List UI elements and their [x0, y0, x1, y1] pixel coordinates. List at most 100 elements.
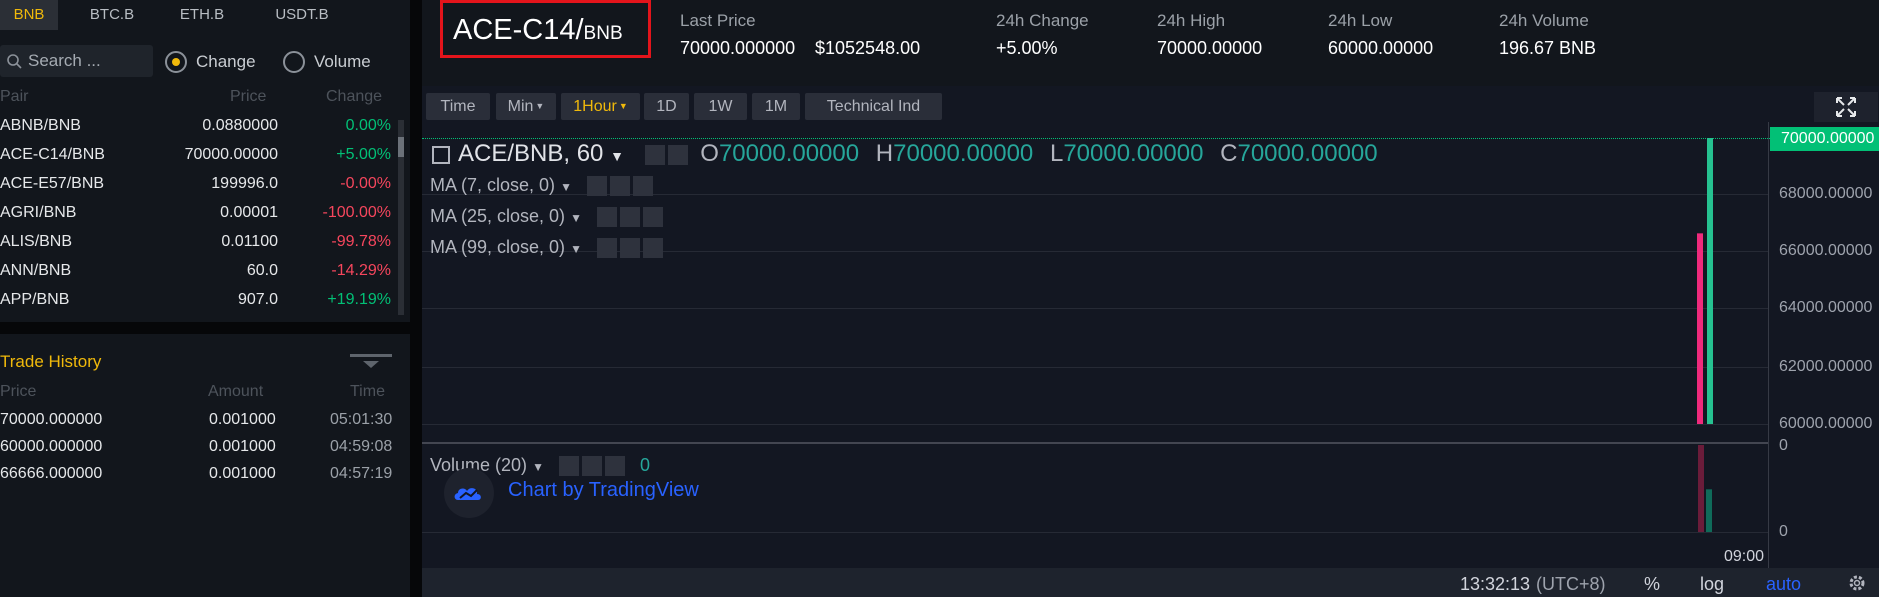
- col-header-price[interactable]: Price: [230, 88, 266, 106]
- candle-down: [1697, 233, 1703, 424]
- pair-row[interactable]: ANN/BNB 60.0 -14.29%: [0, 257, 398, 286]
- th-header-amount: Amount: [208, 383, 264, 400]
- low-label: 24h Low: [1328, 11, 1393, 30]
- technical-indicators-button[interactable]: Technical Ind: [805, 93, 942, 120]
- ohlc-close-label: C: [1220, 140, 1238, 167]
- symbol-box[interactable]: ACE-C14/BNB: [440, 0, 651, 58]
- caret-down-icon[interactable]: ▼: [570, 211, 582, 225]
- caret-down-icon[interactable]: ▼: [532, 460, 544, 474]
- pair-price: 907.0: [237, 291, 278, 308]
- last-price-label: Last Price: [680, 11, 756, 30]
- trade-amount: 0.001000: [209, 411, 276, 428]
- caret-down-icon[interactable]: ▼: [610, 148, 624, 164]
- change-value: +5.00%: [996, 38, 1058, 58]
- settings-gear-icon[interactable]: [1847, 573, 1867, 593]
- sort-volume-label[interactable]: Volume: [314, 52, 371, 72]
- close-icon[interactable]: [642, 238, 663, 259]
- th-header-price: Price: [0, 383, 37, 400]
- study-ma25[interactable]: MA (25, close, 0) ▼: [430, 206, 663, 228]
- caret-down-icon[interactable]: ▼: [570, 242, 582, 256]
- pair-change: -0.00%: [340, 175, 391, 192]
- caret-down-icon[interactable]: ▼: [560, 180, 572, 194]
- gear-icon[interactable]: [609, 176, 630, 197]
- study-ma7[interactable]: MA (7, close, 0) ▼: [430, 175, 653, 197]
- col-header-pair[interactable]: Pair: [0, 88, 28, 106]
- gear-icon[interactable]: [619, 238, 640, 259]
- scrollbar-thumb[interactable]: [398, 137, 404, 157]
- tradingview-attribution[interactable]: Chart by TradingView: [508, 479, 699, 502]
- pair-price: 199996.0: [211, 175, 278, 192]
- grid-line: [422, 532, 1768, 533]
- tab-bnb[interactable]: BNB: [0, 0, 58, 30]
- chart-symbol[interactable]: ACE/BNB, 60: [458, 140, 603, 167]
- study-label: MA (99, close, 0): [430, 237, 566, 257]
- interval-min-button[interactable]: Min ▼: [496, 93, 556, 120]
- th-header-time: Time: [350, 383, 385, 400]
- tab-eth-b[interactable]: ETH.B: [160, 0, 244, 30]
- collapse-legend-icon[interactable]: [432, 145, 450, 164]
- log-toggle[interactable]: log: [1700, 574, 1724, 595]
- cloud-icon: [454, 488, 481, 500]
- pair-row[interactable]: ALIS/BNB 0.01100 -99.78%: [0, 228, 398, 257]
- price-axis-label: 60000.00000: [1779, 415, 1873, 432]
- low-value: 60000.00000: [1328, 38, 1434, 58]
- eye-icon[interactable]: [644, 144, 665, 165]
- trade-row: 60000.000000 0.001000 04:59:08: [0, 434, 402, 461]
- pair-row[interactable]: AGRI/BNB 0.00001 -100.00%: [0, 199, 398, 228]
- pair-name: ACE-E57/BNB: [0, 175, 105, 192]
- close-icon[interactable]: [642, 207, 663, 228]
- pair-change: -14.29%: [331, 262, 391, 279]
- pane-separator[interactable]: [422, 442, 1768, 444]
- timezone[interactable]: (UTC+8): [1536, 574, 1606, 595]
- last-price-line: [422, 138, 1770, 139]
- pair-row[interactable]: ACE-E57/BNB 199996.0 -0.00%: [0, 170, 398, 199]
- price-axis-label: 62000.00000: [1779, 358, 1873, 375]
- trade-time: 04:59:08: [330, 438, 393, 455]
- pair-price: 0.0880000: [202, 117, 278, 134]
- pair-price: 0.01100: [221, 233, 278, 250]
- interval-time-button[interactable]: Time: [426, 93, 490, 120]
- search-input[interactable]: [28, 51, 148, 71]
- interval-1hour-button[interactable]: 1Hour ▼: [561, 93, 640, 120]
- pair-change: +19.19%: [327, 291, 391, 308]
- study-ma99[interactable]: MA (99, close, 0) ▼: [430, 237, 663, 259]
- eye-icon[interactable]: [596, 238, 617, 259]
- price-axis-label: 66000.00000: [1779, 242, 1873, 259]
- search-box[interactable]: [0, 45, 153, 77]
- eye-icon[interactable]: [596, 207, 617, 228]
- pair-name: ABNB/BNB: [0, 117, 81, 134]
- high-label: 24h High: [1157, 11, 1226, 30]
- pair-name: APP/BNB: [0, 291, 70, 308]
- volume-label: 24h Volume: [1499, 11, 1589, 30]
- pair-row[interactable]: ACE-C14/BNB 70000.00000 +5.00%: [0, 141, 398, 170]
- sort-change-label[interactable]: Change: [196, 52, 256, 72]
- col-header-change[interactable]: Change: [326, 88, 382, 106]
- gear-icon[interactable]: [581, 456, 602, 477]
- tab-usdt-b[interactable]: USDT.B: [252, 0, 352, 30]
- study-label: MA (25, close, 0): [430, 206, 566, 226]
- change-label: 24h Change: [996, 11, 1089, 30]
- pair-row[interactable]: APP/BNB 907.0 +19.19%: [0, 286, 398, 315]
- close-icon[interactable]: [604, 456, 625, 477]
- pair-row[interactable]: ABNB/BNB 0.0880000 0.00%: [0, 112, 398, 141]
- interval-1d-button[interactable]: 1D: [644, 93, 689, 120]
- eye-icon[interactable]: [586, 176, 607, 197]
- sort-change-radio[interactable]: [165, 51, 187, 73]
- pair-list-scrollbar[interactable]: [398, 120, 404, 315]
- interval-1m-button[interactable]: 1M: [752, 93, 800, 120]
- trade-time: 04:57:19: [330, 465, 393, 482]
- collapse-menu-icon[interactable]: [350, 352, 392, 370]
- fullscreen-button[interactable]: [1814, 92, 1878, 122]
- eye-icon[interactable]: [558, 456, 579, 477]
- percent-toggle[interactable]: %: [1644, 574, 1660, 595]
- auto-toggle[interactable]: auto: [1766, 574, 1801, 595]
- ohlc-high-label: H: [875, 140, 894, 167]
- gear-icon[interactable]: [619, 207, 640, 228]
- grid-line: [422, 308, 1768, 309]
- tradingview-logo[interactable]: [444, 468, 494, 518]
- close-icon[interactable]: [632, 176, 653, 197]
- sort-volume-radio[interactable]: [283, 51, 305, 73]
- gear-icon[interactable]: [667, 144, 688, 165]
- interval-1w-button[interactable]: 1W: [694, 93, 747, 120]
- tab-btc-b[interactable]: BTC.B: [72, 0, 152, 30]
